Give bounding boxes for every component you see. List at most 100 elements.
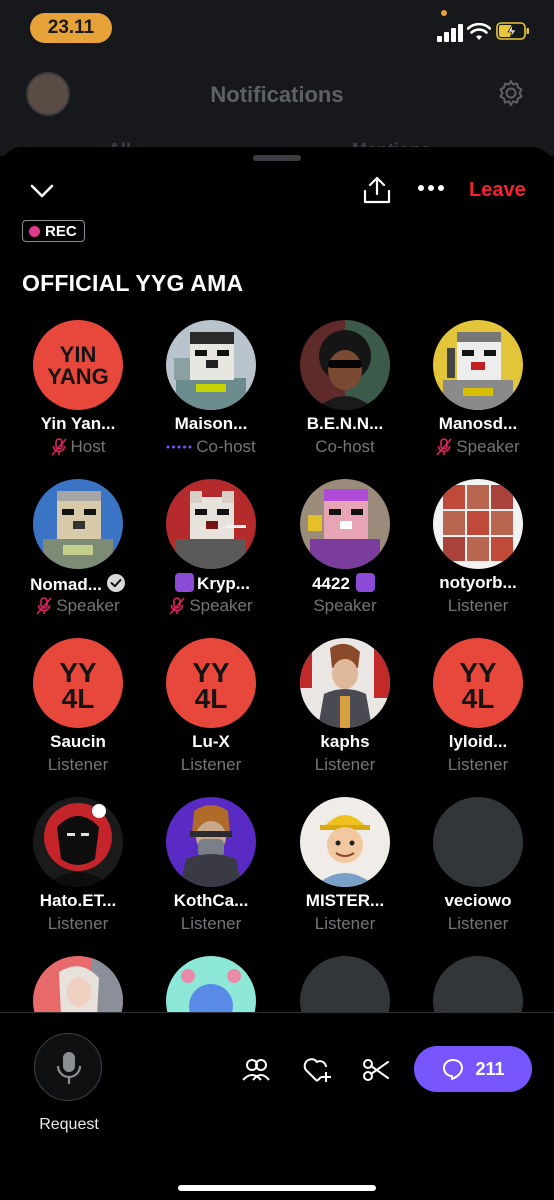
participant-role-row: Listener: [144, 914, 278, 934]
participant-tile[interactable]: Maison... Co-host: [144, 320, 278, 470]
participant-role: Listener: [447, 914, 509, 933]
yy4l-logo-avatar: YY 4L: [166, 638, 256, 728]
participant-tile[interactable]: Kryp... Speaker: [144, 479, 278, 629]
participant-tile[interactable]: notyorb... Listener: [411, 479, 545, 629]
participant-name: MISTER...: [305, 891, 385, 910]
participant-role-row: Speaker: [11, 596, 145, 616]
comments-button[interactable]: 211: [414, 1046, 532, 1092]
recording-dot-icon: [29, 225, 40, 237]
participant-role: Listener: [447, 596, 509, 615]
participant-tile[interactable]: kaphs Listener: [278, 638, 412, 788]
cartoon-boy-cap-avatar: [300, 797, 390, 887]
sheet-grabber[interactable]: [253, 155, 301, 161]
yin-yang-badge-icon: [355, 573, 375, 592]
participant-tile[interactable]: YIN YANG Yin Yan... Host: [11, 320, 145, 470]
participant-name-row: Kryp...: [144, 573, 278, 594]
participant-role-row: Co-host: [278, 437, 412, 457]
participant-role-row: Speaker: [144, 596, 278, 616]
participant-role: Listener: [47, 914, 109, 933]
comment-count: 211: [475, 1058, 505, 1079]
home-indicator[interactable]: [178, 1185, 376, 1191]
participant-role: Listener: [47, 755, 109, 774]
battery-charging-icon: [496, 22, 529, 40]
privacy-indicator-dot: [441, 10, 447, 16]
pixel-dog-ghost-avatar: [166, 320, 256, 410]
status-time: 23.11: [30, 13, 112, 43]
svg-text:4L: 4L: [195, 683, 228, 714]
recording-badge: REC: [22, 220, 85, 242]
participant-role-row: Listener: [278, 914, 412, 934]
participant-name: kaphs: [320, 732, 370, 751]
microphone-icon: [56, 1052, 82, 1084]
participant-role-row: Listener: [144, 755, 278, 775]
participant-role: Host: [70, 437, 106, 456]
participant-role: Listener: [314, 755, 376, 774]
participant-name: Kryp...: [197, 574, 250, 593]
settings-gear-icon[interactable]: [496, 78, 526, 108]
participant-tile[interactable]: 4422 Speaker: [278, 479, 412, 629]
participant-tile[interactable]: YY 4L Lu-X Listener: [144, 638, 278, 788]
people-icon[interactable]: [241, 1055, 271, 1085]
leave-button[interactable]: Leave: [469, 179, 526, 202]
bottom-toolbar: Request 211: [0, 1012, 554, 1200]
participant-tile[interactable]: MISTER... Listener: [278, 797, 412, 947]
collapse-chevron-down-icon[interactable]: [28, 177, 56, 205]
more-options-icon[interactable]: [416, 183, 446, 193]
participant-tile[interactable]: Manosd... Speaker: [411, 320, 545, 470]
yin-yang-logo-avatar: YIN YANG: [33, 320, 123, 410]
participant-tile[interactable]: YY 4L lyloid... Listener: [411, 638, 545, 788]
participant-role: Listener: [180, 914, 242, 933]
participant-tile[interactable]: veciowo Listener: [411, 797, 545, 947]
anime-character-avatar: [300, 638, 390, 728]
participant-tile[interactable]: Nomad... Speaker: [11, 479, 145, 629]
photo-grid-avatar: [433, 479, 523, 569]
participant-name: Yin Yan...: [40, 414, 116, 433]
yy4l-logo-avatar: YY 4L: [33, 638, 123, 728]
cyborg-avatar: [166, 797, 256, 887]
participant-role: Listener: [180, 755, 242, 774]
participant-tile[interactable]: B.E.N.N... Co-host: [278, 320, 412, 470]
participant-role-row: Co-host: [144, 437, 278, 457]
participant-name: notyorb...: [439, 573, 517, 592]
participant-tile[interactable]: Hato.ET... Listener: [11, 797, 145, 947]
participant-tile[interactable]: YY 4L Saucin Listener: [11, 638, 145, 788]
react-heart-plus-icon[interactable]: [302, 1055, 332, 1085]
participant-name-row: Nomad...: [11, 573, 145, 595]
dark-ninja-avatar: [33, 797, 123, 887]
mic-muted-icon: [36, 597, 52, 615]
participant-role-row: Speaker: [411, 437, 545, 457]
clip-scissors-icon[interactable]: [361, 1055, 391, 1085]
participant-name: Hato.ET...: [39, 891, 117, 910]
participant-name: KothCa...: [173, 891, 249, 910]
participant-role-row: Listener: [278, 755, 412, 775]
pixel-dog-yellow-avatar: [433, 320, 523, 410]
participant-name: Lu-X: [192, 732, 230, 751]
participant-name: B.E.N.N...: [306, 414, 384, 433]
status-bar: 23.11: [0, 0, 554, 56]
yy4l-logo-avatar: YY 4L: [433, 638, 523, 728]
cellular-signal-icon: [437, 24, 463, 42]
participant-role-row: Listener: [11, 755, 145, 775]
request-label[interactable]: Request: [30, 1116, 108, 1134]
pixel-dog-red-avatar: [166, 479, 256, 569]
participant-role: Speaker: [56, 596, 120, 615]
notifications-header: Notifications All Mentions: [0, 56, 554, 160]
curly-hair-sunglasses-avatar: [300, 320, 390, 410]
participant-role-row: Listener: [411, 914, 545, 934]
mic-muted-icon: [50, 438, 67, 456]
svg-text:4L: 4L: [62, 683, 95, 714]
participant-name: 4422: [312, 574, 350, 593]
verified-badge-icon: [106, 574, 125, 592]
participant-name: Manosd...: [438, 414, 518, 433]
mic-muted-icon: [169, 597, 185, 615]
participant-name: lyloid...: [448, 732, 508, 751]
participant-role: Co-host: [315, 437, 375, 456]
participant-tile[interactable]: KothCa... Listener: [144, 797, 278, 947]
cohost-dots-icon: [166, 445, 192, 449]
yin-yang-badge-icon: [175, 573, 195, 592]
participant-role-row: Speaker: [278, 596, 412, 616]
request-mic-button[interactable]: [34, 1033, 102, 1101]
share-icon[interactable]: [362, 175, 392, 205]
mic-muted-icon: [436, 438, 452, 456]
participant-role-row: Listener: [411, 596, 545, 616]
